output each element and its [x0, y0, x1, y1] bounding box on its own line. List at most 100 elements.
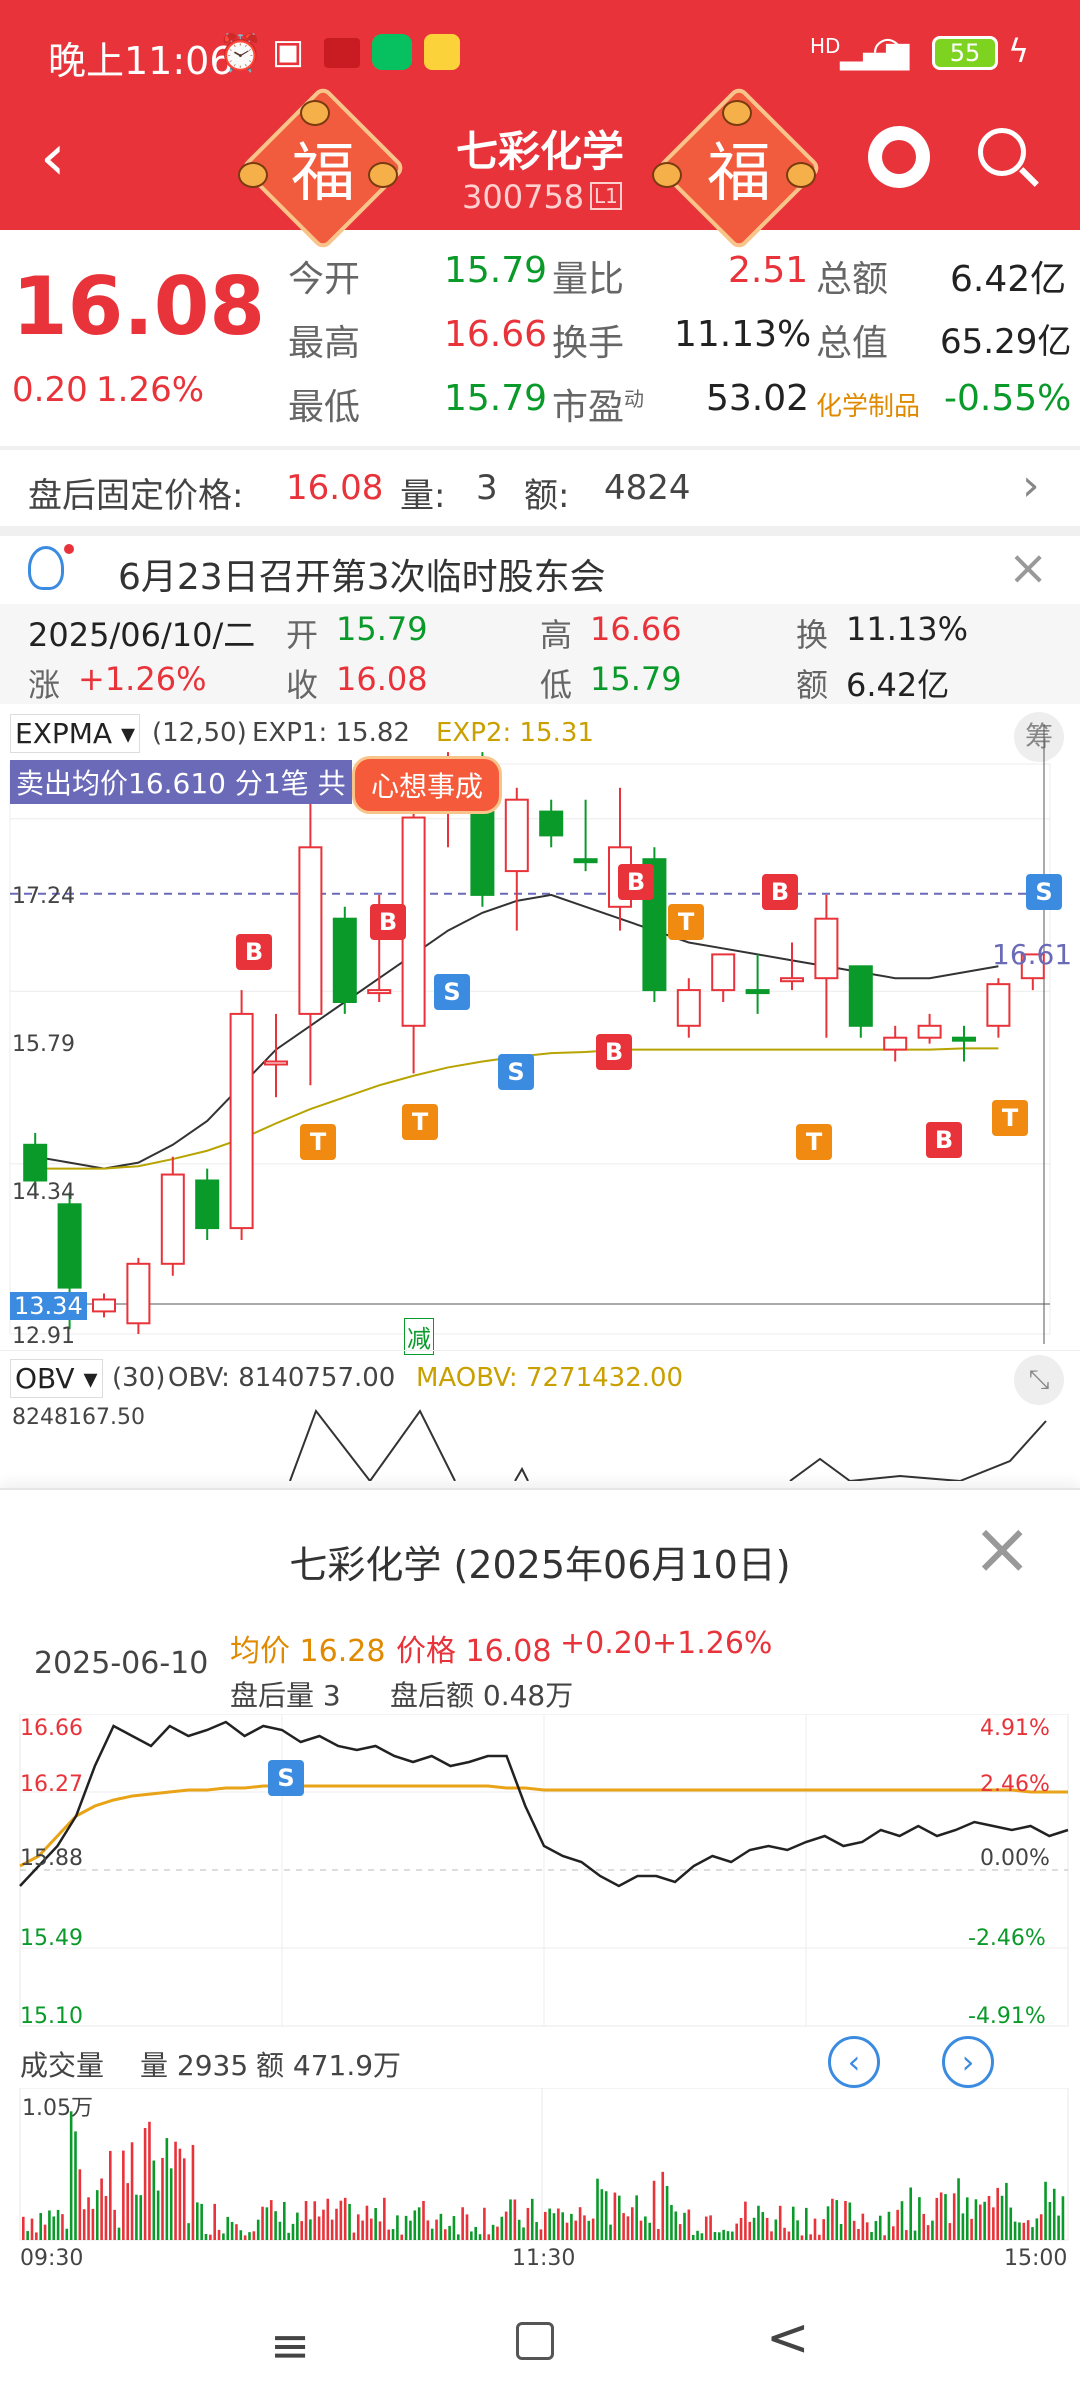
volume-bar	[613, 2192, 617, 2240]
candle-body	[917, 1024, 942, 1039]
volume-bar	[274, 2211, 277, 2240]
volume-bar	[809, 2234, 812, 2240]
volume-bar	[979, 2204, 982, 2240]
close-icon[interactable]: ×	[1008, 540, 1048, 596]
volume-bar	[683, 2212, 686, 2240]
volume-bar	[213, 2203, 216, 2240]
volume-bar	[596, 2178, 599, 2240]
current-price: 16.08	[12, 260, 266, 353]
volume-bar	[709, 2215, 712, 2240]
volume-bar	[700, 2233, 704, 2240]
volume-bar	[78, 2169, 82, 2240]
volume-bar	[1005, 2182, 1008, 2240]
volume-bar	[504, 2211, 508, 2240]
volume-bar	[826, 2206, 830, 2240]
volume-bar	[517, 2219, 521, 2240]
volume-bar	[152, 2160, 156, 2240]
volume-bar	[65, 2228, 69, 2240]
kline-chart[interactable]: EXPMA ▾ (12,50) EXP1: 15.82 EXP2: 15.31 …	[0, 704, 1080, 1355]
menu-nav-button[interactable]: ≡	[270, 2318, 310, 2374]
candle-body	[504, 798, 529, 873]
tiger-icon	[722, 100, 752, 126]
next-day-button[interactable]: ›	[942, 2036, 994, 2088]
volume-bar	[226, 2216, 230, 2240]
volume-bar	[857, 2228, 860, 2240]
close-sheet-button[interactable]: ×	[972, 1512, 1032, 1584]
volume-bar	[56, 2209, 60, 2240]
prev-day-button[interactable]: ‹	[828, 2036, 880, 2088]
y-right-label: 4.91%	[980, 1716, 1050, 1741]
volume-bar	[513, 2199, 517, 2240]
volume-bar	[735, 2223, 738, 2240]
volume-bar	[870, 2231, 873, 2240]
volume-bar	[335, 2208, 338, 2240]
volume-bar	[261, 2206, 264, 2240]
volume-bar	[465, 2214, 469, 2240]
volume-bar	[731, 2231, 734, 2240]
volume-bar	[139, 2195, 143, 2240]
candle-body	[23, 1143, 48, 1182]
after-hours-row[interactable]: 盘后固定价格: 16.08 量: 3 额: 4824 ›	[0, 450, 1080, 526]
volume-bar	[892, 2226, 895, 2240]
back-button[interactable]: ‹	[40, 126, 66, 190]
intraday-plot	[19, 1714, 1069, 2027]
volume-bar	[648, 2222, 651, 2240]
redpacket-icon	[424, 34, 460, 70]
volume-bar	[496, 2226, 499, 2240]
search-icon[interactable]	[978, 128, 1026, 176]
volume-bar	[417, 2207, 421, 2240]
volume-bar	[983, 2201, 986, 2240]
notification-icon	[324, 38, 360, 68]
volume-bar	[874, 2220, 878, 2240]
volume-bar	[704, 2216, 708, 2240]
candle-body	[745, 989, 770, 995]
sector-label[interactable]: 化学制品	[816, 386, 920, 423]
back-nav-button[interactable]: <	[766, 2308, 810, 2368]
volume-bar	[100, 2178, 103, 2240]
home-nav-button[interactable]	[516, 2322, 554, 2360]
volume-bar	[587, 2220, 591, 2240]
level-badge: L1	[590, 182, 622, 210]
y-label: 14.34	[12, 1180, 75, 1205]
volume-bar	[726, 2231, 730, 2240]
volume-bar	[644, 2216, 647, 2240]
volume-bar	[143, 2128, 147, 2240]
volume-bar	[252, 2231, 256, 2240]
volume-bar	[965, 2197, 969, 2240]
day-high: 16.66	[590, 610, 682, 648]
volume-bar	[61, 2214, 64, 2240]
notice-text: 6月23日召开第3次临时股东会	[118, 557, 606, 598]
volume-plot	[19, 2088, 1069, 2241]
volume-bar	[961, 2213, 965, 2240]
volume-bar	[1035, 2218, 1039, 2240]
volume-bar	[396, 2215, 399, 2240]
notice-bar[interactable]: 6月23日召开第3次临时股东会 ×	[0, 536, 1080, 606]
volume-bar	[791, 2206, 795, 2240]
volume-bar	[800, 2235, 804, 2240]
volume-bar	[661, 2171, 665, 2240]
volume-bar	[413, 2210, 417, 2240]
after-hours-vol: 3	[476, 468, 498, 508]
volume-bar	[82, 2209, 86, 2240]
volume-bar	[104, 2196, 108, 2240]
volume-bar	[500, 2216, 504, 2240]
quote-panel: 16.08 0.20 1.26% 今开 15.79 量比 2.51 总额 6.4…	[0, 230, 1080, 446]
y-left-label: 15.10	[20, 2004, 83, 2029]
volume-bar	[182, 2158, 186, 2240]
volume-bar	[1052, 2188, 1056, 2240]
intraday-ah-vol: 盘后量 3	[230, 1679, 341, 1712]
mktcap-value: 65.29亿	[940, 322, 1072, 362]
volume-bar	[239, 2230, 243, 2240]
volume-bar	[635, 2195, 638, 2240]
intraday-pct: +1.26%	[652, 1626, 773, 1661]
status-time: 晚上11:06	[48, 39, 234, 83]
candle-body	[986, 983, 1011, 1027]
network-type: HD	[810, 34, 841, 58]
volume-bar	[844, 2201, 847, 2240]
volume-bar	[109, 2150, 112, 2240]
open-value: 15.79	[444, 250, 548, 291]
volume-bar	[744, 2201, 747, 2240]
volume-bar	[948, 2223, 952, 2240]
volume-bar	[931, 2220, 934, 2240]
robot-icon[interactable]	[868, 126, 930, 188]
